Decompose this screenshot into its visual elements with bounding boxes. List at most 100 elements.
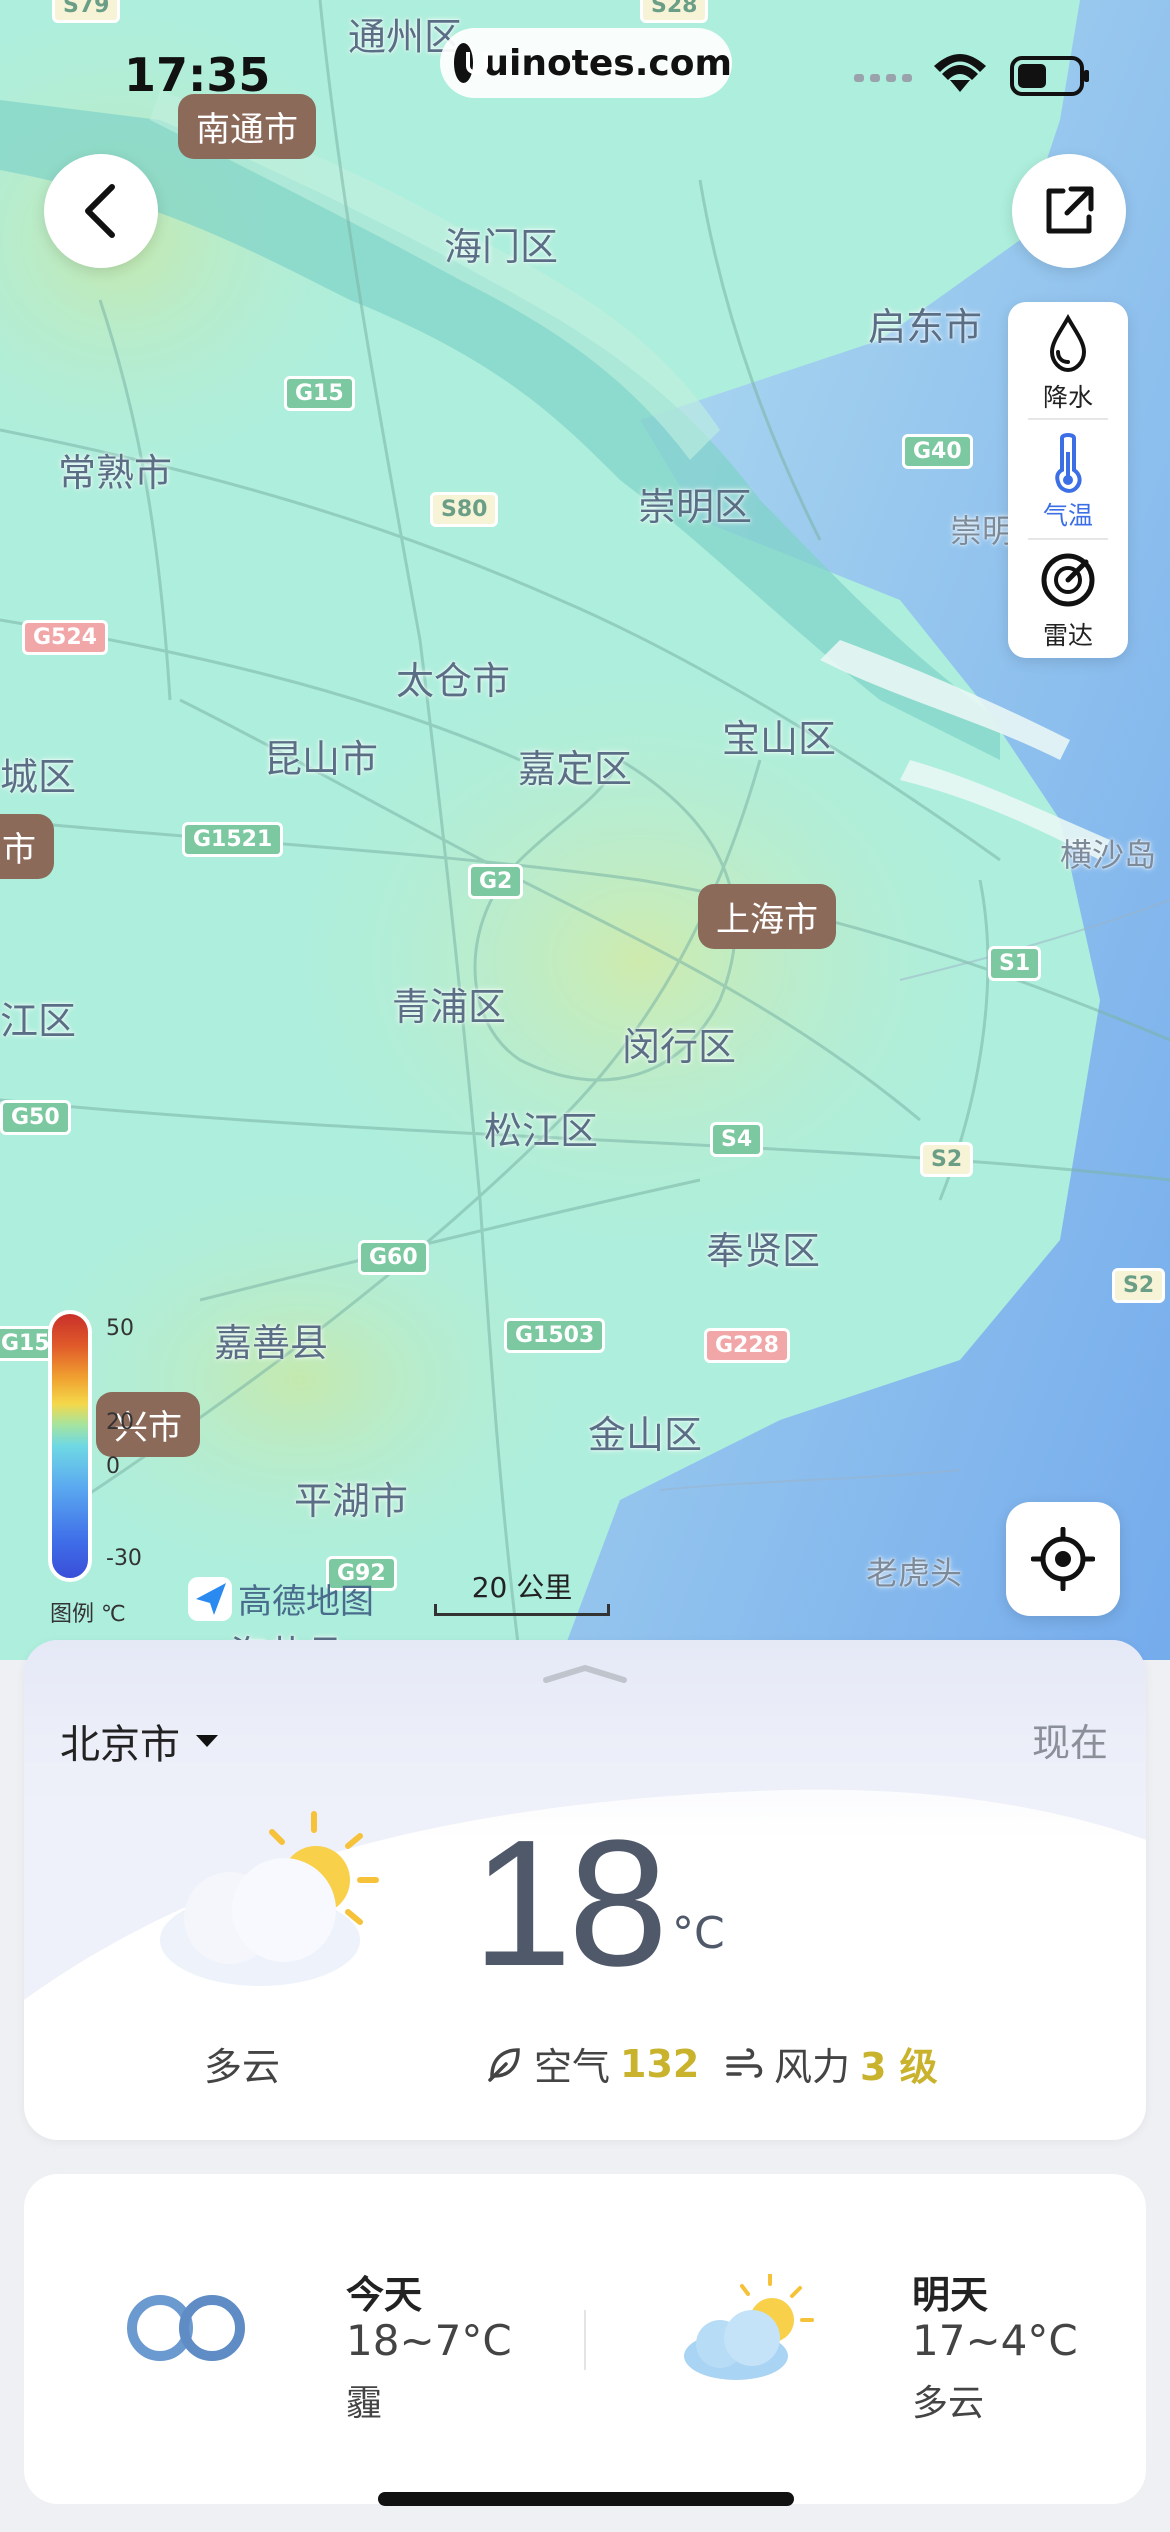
wind-level: 风力 3 级: [724, 2036, 938, 2091]
forecast-range: 18~7°C: [346, 2316, 512, 2365]
highway-shield: G228: [704, 1328, 790, 1363]
legend-unit: 图例 ℃: [50, 1602, 126, 1627]
locate-button[interactable]: [1006, 1502, 1120, 1616]
highway-shield: S4: [710, 1122, 764, 1157]
highway-shield: S2: [920, 1142, 974, 1177]
place-label: 平湖市: [294, 1479, 409, 1523]
caret-down-icon: [196, 1735, 218, 1747]
haze-icon: [127, 2295, 245, 2361]
status-indicators: [854, 54, 1089, 96]
current-weather-card: 北京市 现在 18 °C 多云 空气 132 风力 3 级: [24, 1640, 1146, 2140]
layer-temperature[interactable]: 气温: [1008, 424, 1128, 534]
city-selector[interactable]: 北京市: [60, 1712, 220, 1770]
radar-icon: [1041, 553, 1095, 607]
temperature-unit: °C: [672, 1908, 725, 1959]
weather-map[interactable]: 通州区 海门区 启东市 常熟市 崇明区 太仓市 昆山市 嘉定区 宝山区 城区 横…: [0, 0, 1170, 1660]
legend-color-bar: [48, 1310, 92, 1582]
current-condition: 多云: [204, 2045, 281, 2089]
url-pill: uinotes.com: [440, 28, 732, 98]
layer-precipitation[interactable]: 降水: [1008, 306, 1128, 416]
url-text: uinotes.com: [483, 42, 732, 84]
legend-tick: 20: [106, 1410, 134, 1435]
wifi-icon: [934, 54, 986, 92]
place-label: 青浦区: [392, 985, 507, 1029]
place-label: 金山区: [588, 1413, 703, 1457]
highway-shield: S79: [52, 0, 121, 23]
city-marker[interactable]: 上海市: [698, 884, 836, 949]
scale-label: 20 公里: [471, 1571, 573, 1604]
forecast-condition: 多云: [912, 2383, 985, 2424]
layer-label: 雷达: [1042, 621, 1093, 650]
forecast-condition: 霾: [346, 2383, 383, 2424]
highway-shield: G2: [468, 864, 524, 899]
place-label: 崇明区: [638, 485, 753, 529]
thermometer-icon: [1055, 433, 1082, 493]
place-label: 横沙岛: [1060, 836, 1157, 874]
highway-shield: S80: [430, 492, 499, 527]
amap-logo: 高德地图: [188, 1574, 374, 1623]
highway-shield: S1: [988, 946, 1042, 981]
place-label: 闵行区: [622, 1025, 737, 1069]
leaf-icon: [488, 2047, 520, 2082]
scale-bar: [434, 1604, 610, 1616]
forecast-day: 今天: [346, 2273, 423, 2317]
home-indicator: [378, 2492, 794, 2506]
sheet-handle[interactable]: [542, 1664, 628, 1684]
highway-shield: G1503: [504, 1318, 606, 1353]
map-scale: 20 公里: [434, 1566, 610, 1616]
highway-shield: S2: [1112, 1268, 1166, 1303]
share-icon: [1046, 186, 1094, 234]
amap-logo-icon: [188, 1576, 232, 1621]
air-quality[interactable]: 空气 132: [484, 2036, 699, 2091]
layer-radar[interactable]: 雷达: [1008, 544, 1128, 654]
place-label: 昆山市: [264, 737, 379, 781]
raindrop-icon: [1049, 314, 1087, 373]
layer-label: 气温: [1042, 501, 1093, 530]
place-label: 嘉善县: [214, 1321, 329, 1365]
now-label: 现在: [1031, 1721, 1108, 1765]
highway-shield: G15: [284, 376, 355, 411]
place-label: 城区: [0, 755, 77, 799]
partly-cloudy-icon: [684, 2274, 814, 2380]
place-label: 海门区: [444, 225, 559, 269]
city-name: 北京市: [60, 1722, 180, 1768]
highway-shield: S28: [640, 0, 709, 23]
locate-icon: [1031, 1527, 1095, 1591]
share-button[interactable]: [1012, 154, 1126, 268]
legend-tick: 0: [106, 1454, 120, 1479]
wind-label: 风力: [774, 2045, 851, 2089]
partly-cloudy-icon: [160, 1811, 379, 1986]
highway-shield: G60: [358, 1240, 429, 1275]
temperature-legend: 50 20 0 -30 图例 ℃: [36, 1300, 166, 1630]
divider: [584, 2310, 586, 2370]
place-label: 宝山区: [722, 717, 837, 761]
highway-shield: G50: [0, 1100, 71, 1135]
place-label: 启东市: [868, 305, 983, 349]
uinotes-logo-icon: [454, 43, 489, 83]
air-quality-value: 132: [620, 2041, 700, 2086]
divider: [1028, 538, 1108, 540]
highway-shield: G40: [902, 434, 973, 469]
back-button[interactable]: [44, 154, 158, 268]
wind-value: 3 级: [860, 2045, 938, 2089]
place-label: 奉贤区: [706, 1229, 821, 1273]
forecast-day: 明天: [912, 2273, 989, 2317]
current-temperature: 18: [472, 1803, 668, 2004]
chevron-left-icon: [85, 184, 115, 238]
city-marker[interactable]: 市: [0, 814, 54, 879]
place-label: 嘉定区: [518, 747, 633, 791]
forecast-card: 今天 18~7°C 霾 明天 17~4°C 多云: [24, 2174, 1146, 2504]
highway-shield: G1521: [182, 822, 284, 857]
place-label: 松江区: [484, 1109, 599, 1153]
legend-tick: -30: [106, 1546, 142, 1571]
amap-logo-text: 高德地图: [238, 1582, 374, 1622]
air-quality-label: 空气: [534, 2045, 611, 2089]
place-label: 老虎头: [866, 1554, 963, 1592]
legend-tick: 50: [106, 1316, 134, 1341]
city-marker[interactable]: 南通市: [178, 94, 316, 159]
highway-shield: G524: [22, 620, 108, 655]
status-time: 17:35: [124, 48, 271, 102]
wind-icon: [726, 2047, 763, 2078]
layer-panel: 降水 气温 雷达: [1008, 302, 1128, 658]
divider: [1028, 418, 1108, 420]
